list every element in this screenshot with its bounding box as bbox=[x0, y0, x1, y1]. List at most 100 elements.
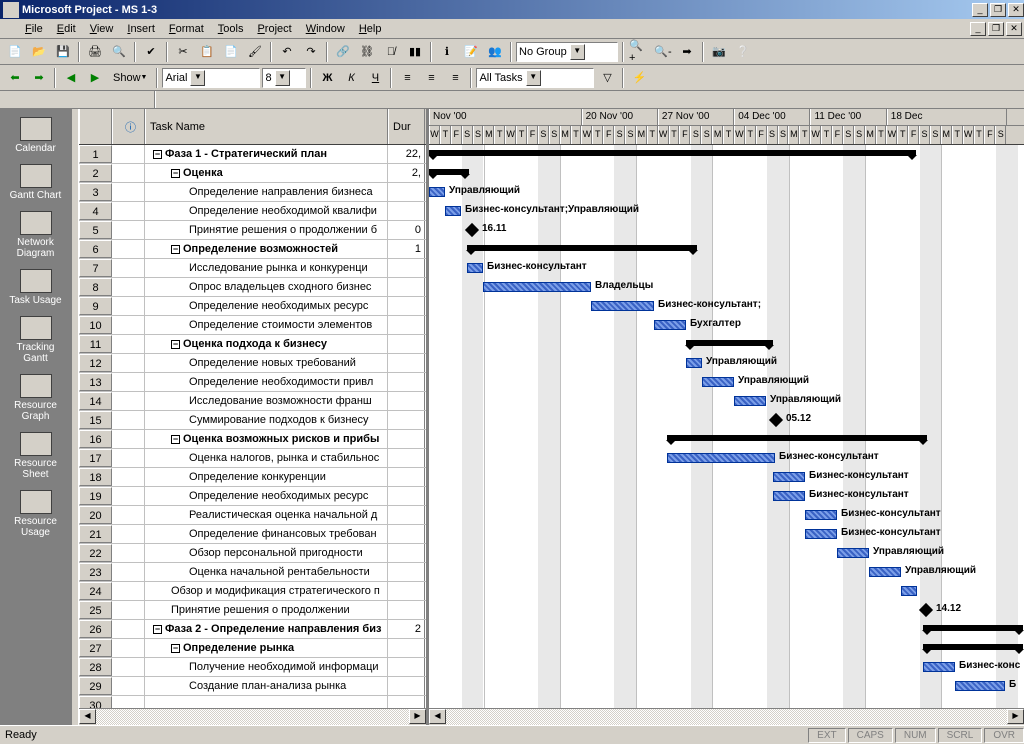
view-calendar[interactable]: Calendar bbox=[3, 113, 68, 158]
table-row[interactable]: 3Определение направления бизнеса bbox=[79, 183, 426, 202]
copy-button[interactable]: 📋 bbox=[196, 41, 218, 63]
task-name-cell[interactable]: −Оценка bbox=[145, 164, 388, 182]
table-row[interactable]: 18Определение конкуренции bbox=[79, 468, 426, 487]
task-name-cell[interactable]: Создание план-анализа рынка bbox=[145, 677, 388, 695]
underline-button[interactable]: Ч bbox=[364, 67, 386, 89]
table-row[interactable]: 12Определение новых требований bbox=[79, 354, 426, 373]
show-outline-button[interactable]: Show ▼ bbox=[108, 67, 152, 89]
font-size-combo[interactable]: 8▼ bbox=[262, 68, 306, 88]
table-row[interactable]: 13Определение необходимости привл bbox=[79, 373, 426, 392]
summary-bar[interactable] bbox=[429, 150, 916, 156]
row-number[interactable]: 24 bbox=[79, 582, 112, 600]
menu-project[interactable]: Project bbox=[250, 21, 298, 37]
duration-cell[interactable] bbox=[388, 316, 425, 334]
task-name-cell[interactable]: Определение необходимых ресурс bbox=[145, 487, 388, 505]
task-information-button[interactable]: ℹ bbox=[436, 41, 458, 63]
duration-cell[interactable] bbox=[388, 354, 425, 372]
task-name-cell[interactable]: Обзор персональной пригодности bbox=[145, 544, 388, 562]
row-number[interactable]: 5 bbox=[79, 221, 112, 239]
task-bar[interactable] bbox=[734, 396, 766, 406]
milestone[interactable] bbox=[465, 223, 479, 237]
format-painter-button[interactable]: 🖌 bbox=[244, 41, 266, 63]
task-name-cell[interactable]: Определение необходимости привл bbox=[145, 373, 388, 391]
group-by-combo[interactable]: No Group ▼ bbox=[516, 42, 618, 62]
task-name-cell[interactable]: Опрос владельцев сходного бизнес bbox=[145, 278, 388, 296]
menu-help[interactable]: Help bbox=[352, 21, 389, 37]
row-number[interactable]: 1 bbox=[79, 145, 112, 163]
task-bar[interactable] bbox=[429, 187, 445, 197]
table-row[interactable]: 23Оценка начальной рентабельности bbox=[79, 563, 426, 582]
unlink-tasks-button[interactable]: ⛓̸ bbox=[380, 41, 402, 63]
task-name-cell[interactable]: Определение конкуренции bbox=[145, 468, 388, 486]
close-button[interactable]: ✕ bbox=[1008, 3, 1024, 17]
task-bar[interactable] bbox=[483, 282, 591, 292]
row-number[interactable]: 16 bbox=[79, 430, 112, 448]
task-name-cell[interactable]: Исследование возможности франш bbox=[145, 392, 388, 410]
task-bar[interactable] bbox=[923, 662, 955, 672]
table-row[interactable]: 22Обзор персональной пригодности bbox=[79, 544, 426, 563]
scroll-left-button[interactable]: ◀ bbox=[429, 709, 446, 724]
duration-cell[interactable] bbox=[388, 259, 425, 277]
duration-cell[interactable]: 22, bbox=[388, 145, 425, 163]
row-number[interactable]: 10 bbox=[79, 316, 112, 334]
summary-bar[interactable] bbox=[667, 435, 927, 441]
timescale-header[interactable]: Nov '0020 Nov '0027 Nov '0004 Dec '0011 … bbox=[429, 109, 1024, 145]
task-name-cell[interactable]: −Определение возможностей bbox=[145, 240, 388, 258]
task-bar[interactable] bbox=[773, 491, 805, 501]
task-name-cell[interactable]: Получение необходимой информаци bbox=[145, 658, 388, 676]
redo-button[interactable]: ↷ bbox=[300, 41, 322, 63]
task-bar[interactable] bbox=[702, 377, 734, 387]
summary-bar[interactable] bbox=[923, 625, 1023, 631]
duration-cell[interactable] bbox=[388, 563, 425, 581]
row-number[interactable]: 27 bbox=[79, 639, 112, 657]
row-number[interactable]: 23 bbox=[79, 563, 112, 581]
collapse-icon[interactable]: − bbox=[171, 340, 180, 349]
menu-window[interactable]: Window bbox=[299, 21, 352, 37]
task-name-cell[interactable]: Определение необходимых ресурс bbox=[145, 297, 388, 315]
copy-picture-button[interactable]: 📷 bbox=[708, 41, 730, 63]
indent-button[interactable]: ▶ bbox=[84, 67, 106, 89]
task-name-cell[interactable]: Определение необходимой квалифи bbox=[145, 202, 388, 220]
collapse-icon[interactable]: − bbox=[171, 435, 180, 444]
duration-cell[interactable] bbox=[388, 582, 425, 600]
table-row[interactable]: 30 bbox=[79, 696, 426, 708]
select-all-corner[interactable] bbox=[79, 109, 112, 144]
view-resource-usage[interactable]: Resource Usage bbox=[3, 486, 68, 542]
assign-resources-button[interactable]: 👥 bbox=[484, 41, 506, 63]
font-name-combo[interactable]: Arial▼ bbox=[162, 68, 260, 88]
task-name-cell[interactable]: Принятие решения о продолжении bbox=[145, 601, 388, 619]
sheet-hscrollbar[interactable]: ◀ ▶ bbox=[79, 708, 426, 725]
table-row[interactable]: 17Оценка налогов, рынка и стабильнос bbox=[79, 449, 426, 468]
spellcheck-button[interactable]: ✔ bbox=[140, 41, 162, 63]
task-bar[interactable] bbox=[805, 529, 837, 539]
duration-cell[interactable] bbox=[388, 449, 425, 467]
duration-cell[interactable] bbox=[388, 506, 425, 524]
row-number[interactable]: 21 bbox=[79, 525, 112, 543]
duration-cell[interactable] bbox=[388, 278, 425, 296]
duration-cell[interactable] bbox=[388, 639, 425, 657]
autofilter-button[interactable]: ▽ bbox=[596, 67, 618, 89]
table-row[interactable]: 26−Фаза 2 - Определение направления биз2 bbox=[79, 620, 426, 639]
scroll-track[interactable] bbox=[446, 709, 1007, 725]
table-row[interactable]: 15Суммирование подходов к бизнесу bbox=[79, 411, 426, 430]
table-row[interactable]: 16−Оценка возможных рисков и прибы bbox=[79, 430, 426, 449]
duration-column-header[interactable]: Dur bbox=[388, 109, 425, 144]
bold-button[interactable]: Ж bbox=[316, 67, 338, 89]
row-number[interactable]: 17 bbox=[79, 449, 112, 467]
table-row[interactable]: 29Создание план-анализа рынка bbox=[79, 677, 426, 696]
mdi-close-button[interactable]: ✕ bbox=[1006, 22, 1022, 36]
task-name-cell[interactable]: −Оценка подхода к бизнесу bbox=[145, 335, 388, 353]
gantt-body[interactable]: УправляющийБизнес-консультант;Управляющи… bbox=[429, 145, 1024, 708]
row-number[interactable]: 15 bbox=[79, 411, 112, 429]
table-row[interactable]: 19Определение необходимых ресурс bbox=[79, 487, 426, 506]
table-row[interactable]: 10Определение стоимости элементов bbox=[79, 316, 426, 335]
task-name-cell[interactable]: −Фаза 1 - Стратегический план bbox=[145, 145, 388, 163]
summary-bar[interactable] bbox=[429, 169, 469, 175]
menu-tools[interactable]: Tools bbox=[211, 21, 251, 37]
zoom-out-button[interactable]: 🔍- bbox=[652, 41, 674, 63]
italic-button[interactable]: К bbox=[340, 67, 362, 89]
duration-cell[interactable]: 0 bbox=[388, 221, 425, 239]
table-row[interactable]: 6−Определение возможностей1 bbox=[79, 240, 426, 259]
menu-edit[interactable]: Edit bbox=[50, 21, 83, 37]
align-center-button[interactable]: ≡ bbox=[420, 67, 442, 89]
